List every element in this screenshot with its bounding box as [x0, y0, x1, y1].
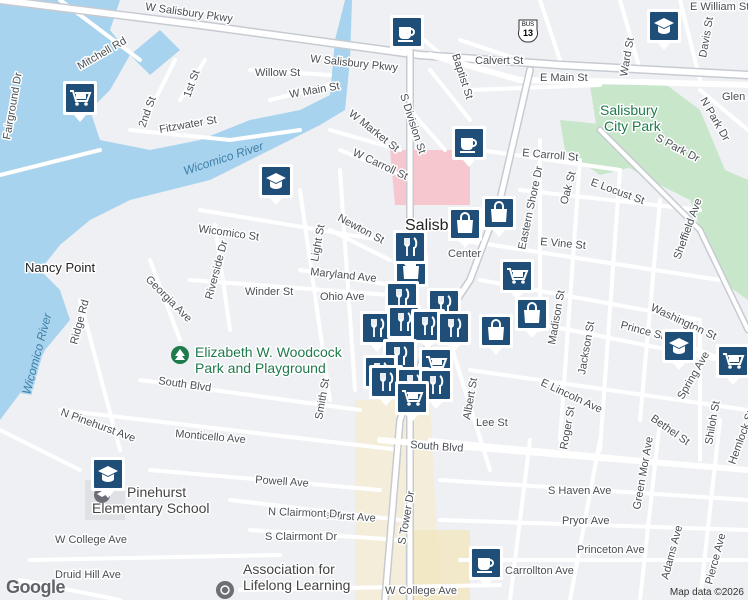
label-e-main-st: E Main St — [540, 72, 588, 84]
label-nancy-point: Nancy Point — [25, 260, 95, 275]
label-e-william-st: E William St — [690, 1, 748, 13]
google-logo[interactable]: Google — [6, 577, 66, 598]
label-park-1: Elizabeth W. Woodcock — [195, 344, 343, 360]
label-association-1: Association for — [243, 561, 335, 577]
label-salisbury-city-park-1: Salisbury — [600, 102, 658, 118]
route-shield-number: 13 — [523, 28, 533, 38]
route-13-shield: BUS 13 — [518, 19, 538, 43]
label-s-clairmont-dr: S Clairmont Dr — [265, 531, 337, 543]
label-center: Center — [448, 248, 481, 260]
label-salisbury-city-park-2: City Park — [604, 118, 662, 134]
label-willow-st: Willow St — [255, 67, 300, 79]
map-attribution[interactable]: Map data ©2026 — [670, 587, 744, 598]
label-lee-st: Lee St — [476, 417, 508, 429]
association-place-icon — [216, 581, 234, 599]
label-glen-ave: Glen Ave — [722, 91, 748, 103]
label-school-2: Elementary School — [92, 500, 210, 516]
label-princeton-ave: Princeton Ave — [577, 544, 645, 556]
label-n-clairmont-dr: N Clairmont Dr — [268, 506, 341, 521]
label-s-haven-ave: S Haven Ave — [548, 485, 611, 497]
label-school-1: Pinehurst — [127, 484, 186, 500]
label-w-college-ave: W College Ave — [55, 534, 127, 546]
street-map[interactable]: W Salisbury Pkwy W Salisbury Pkwy Willow… — [0, 0, 748, 600]
label-pryor-ave: Pryor Ave — [562, 515, 610, 527]
label-calvert-st: Calvert St — [475, 55, 523, 67]
label-park-2: Park and Playground — [195, 360, 326, 376]
label-winder-st: Winder St — [245, 286, 293, 298]
label-w-college-ave-2: W College Ave — [385, 585, 457, 597]
label-carrollton-ave: Carrollton Ave — [505, 565, 574, 577]
label-ohio-ave: Ohio Ave — [320, 291, 364, 303]
park-tree-icon — [171, 346, 189, 364]
label-association-2: Lifelong Learning — [243, 577, 350, 593]
